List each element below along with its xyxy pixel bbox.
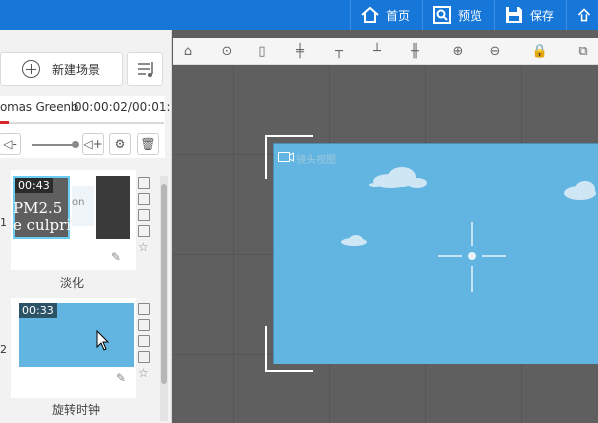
cloud-shape[interactable] [336, 233, 370, 249]
scene-1-actions: ☆ [138, 177, 152, 257]
new-scene-label: 新建场景 [52, 62, 101, 77]
scene-1-thumb-text-3: on [72, 197, 85, 208]
grid-line [233, 66, 234, 423]
scene-2-copy-icon[interactable] [138, 303, 150, 315]
scene-1-duration: 00:43 [15, 178, 53, 193]
cursor-icon [96, 330, 110, 351]
scene-1-delete-icon[interactable] [138, 193, 150, 205]
volume-slider-knob[interactable] [72, 141, 79, 148]
volume-up-button[interactable]: ◁+ [82, 133, 104, 155]
scene-2-number: 2 [0, 343, 7, 356]
save-label: 保存 [530, 8, 555, 23]
editor-canvas[interactable]: 镜头视图 [173, 66, 598, 423]
preview-label: 预览 [458, 8, 483, 23]
scene-1-thumb-right [96, 176, 130, 239]
scene-1-duplicate-icon[interactable] [138, 225, 150, 237]
new-scene-button[interactable]: 新建场景 [0, 52, 123, 86]
volume-up-icon: ◁+ [83, 137, 103, 151]
plus-circle-icon [22, 60, 40, 78]
home-icon [361, 6, 379, 23]
scene-card-1[interactable]: PM2.5 e culprit on 00:43 ✎ [11, 170, 136, 270]
scene-2-actions: ☆ [138, 303, 152, 383]
audio-name: omas Greenb [0, 100, 79, 114]
scene-2-favorite-icon[interactable]: ☆ [138, 367, 150, 379]
align-bottom-icon[interactable]: ┴ [368, 42, 386, 60]
upload-icon [577, 8, 591, 22]
home-button[interactable]: 首页 [350, 0, 422, 30]
preview-button[interactable]: 预览 [422, 0, 494, 30]
align-left-icon[interactable]: ▯ [253, 42, 271, 60]
scene-list-scroll-thumb[interactable] [161, 184, 167, 384]
audio-settings-button[interactable]: ⚙ [109, 133, 131, 155]
scene-2-edit-icon[interactable]: ✎ [116, 371, 130, 385]
scene-1-copy-icon[interactable] [138, 177, 150, 189]
music-list-icon [138, 62, 153, 77]
lock-icon[interactable]: 🔒 [531, 42, 549, 60]
cloud-shape[interactable] [369, 164, 431, 194]
save-icon [506, 7, 522, 23]
zoom-in-icon[interactable]: ⊕ [449, 42, 467, 60]
copy-icon[interactable]: ⧉ [574, 42, 592, 60]
scene-2-label: 旋转时钟 [52, 403, 101, 417]
preview-icon [433, 6, 451, 24]
save-button[interactable]: 保存 [494, 0, 566, 30]
audio-time: 00:00:02/00:01:40 [74, 100, 171, 114]
scene-1-number: 1 [0, 216, 7, 229]
scene-1-favorite-icon[interactable]: ☆ [138, 241, 150, 253]
audio-delete-button[interactable]: 🗑 [137, 133, 159, 155]
gear-icon: ⚙ [114, 137, 126, 151]
more-icon[interactable]: ⊙ [218, 42, 236, 60]
scene-1-label: 淡化 [60, 276, 85, 290]
canvas-toolbar: ⌂ ⊙ ▯ ╪ ┬ ┴ ╫ ⊕ ⊖ 🔒 ⧉ [173, 38, 598, 65]
align-top-icon[interactable]: ┬ [330, 42, 348, 60]
music-list-button[interactable] [127, 52, 163, 86]
camera-frame-corner [265, 135, 313, 179]
scene-1-edit-icon[interactable]: ✎ [111, 250, 125, 264]
scene-2-export-icon[interactable] [138, 335, 150, 347]
scene-stage[interactable]: 镜头视图 [273, 143, 598, 364]
scene-2-duplicate-icon[interactable] [138, 351, 150, 363]
home-view-icon[interactable]: ⌂ [179, 42, 197, 60]
scene-1-export-icon[interactable] [138, 209, 150, 221]
publish-button[interactable] [566, 0, 598, 30]
volume-down-icon: ◁- [3, 137, 17, 151]
audio-track: omas Greenb 00:00:02/00:01:40 ◁- ◁+ ⚙ 🗑 [0, 96, 171, 158]
cloud-shape[interactable] [560, 179, 598, 205]
audio-progress-bar[interactable] [0, 121, 164, 124]
scene-1-thumb-gap: on [72, 186, 94, 226]
scene-1-thumb-text-1: PM2.5 [13, 199, 63, 217]
home-label: 首页 [386, 8, 411, 23]
scene-2-duration: 00:33 [19, 303, 57, 318]
camera-frame-corner [265, 326, 313, 372]
zoom-out-icon[interactable]: ⊖ [486, 42, 504, 60]
trash-icon: 🗑 [140, 137, 156, 151]
volume-down-button[interactable]: ◁- [0, 133, 21, 155]
align-center-icon[interactable]: ╪ [291, 42, 309, 60]
scene-1-thumb-text-2: e culprit [13, 216, 78, 234]
scene-2-delete-icon[interactable] [138, 319, 150, 331]
audio-progress-fill [0, 121, 9, 124]
scene-card-2[interactable]: 00:33 ✎ [11, 298, 136, 398]
crosshair-icon [438, 222, 506, 292]
scene-panel: 新建场景 omas Greenb 00:00:02/00:01:40 ◁- ◁+… [0, 30, 172, 423]
align-middle-icon[interactable]: ╫ [406, 42, 424, 60]
top-bar: 首页 预览 保存 [0, 0, 598, 30]
volume-slider[interactable] [32, 144, 75, 146]
